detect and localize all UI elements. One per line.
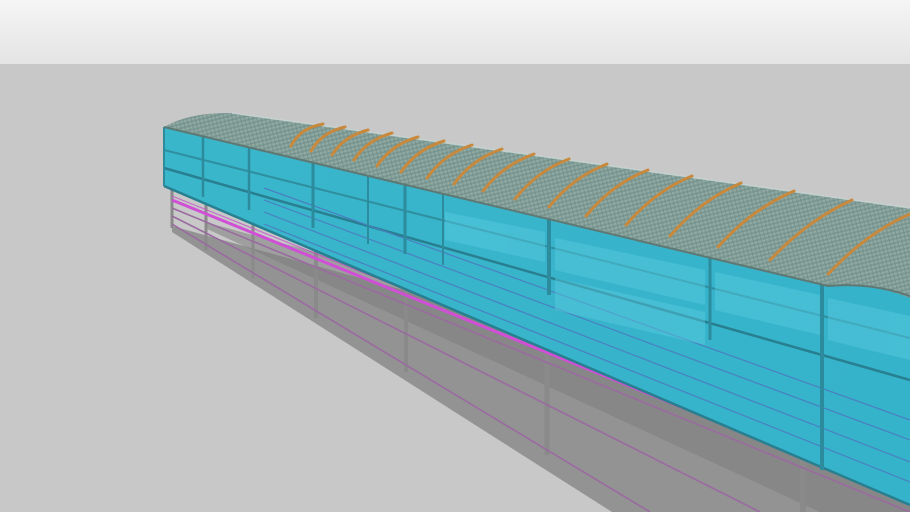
sky-background	[0, 0, 910, 64]
model-viewport	[0, 0, 910, 512]
walkway-scene	[0, 0, 910, 512]
